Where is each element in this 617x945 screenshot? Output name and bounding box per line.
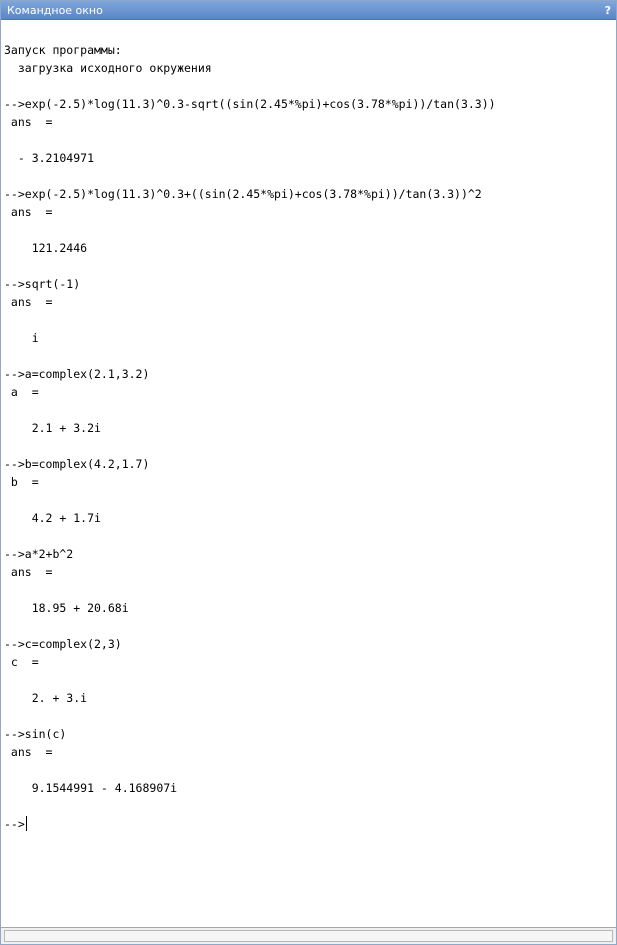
- console-result-value: 121.2446: [4, 241, 88, 255]
- console-result-value: i: [4, 331, 39, 345]
- console-result-value: 4.2 + 1.7i: [4, 511, 101, 525]
- status-bar: [1, 927, 616, 944]
- console-result-value: 18.95 + 20.68i: [4, 601, 129, 615]
- console-result-label: ans =: [4, 115, 53, 129]
- console-result-label: b =: [4, 475, 39, 489]
- console-result-value: - 3.2104971: [4, 151, 95, 165]
- prompt-text: -->: [4, 817, 25, 831]
- console-line: Запуск программы:: [4, 43, 122, 57]
- title-bar: Командное окно ?: [1, 1, 616, 20]
- console-line: загрузка исходного окружения: [4, 61, 212, 75]
- console-command-line: -->exp(-2.5)*log(11.3)^0.3-sqrt((sin(2.4…: [4, 97, 496, 111]
- console-result-label: a =: [4, 385, 39, 399]
- console-command-line: -->a=complex(2.1,3.2): [4, 367, 150, 381]
- console-result-label: c =: [4, 655, 39, 669]
- help-button[interactable]: ?: [605, 4, 611, 17]
- console-command-line: -->a*2+b^2: [4, 547, 74, 561]
- console-result-value: 9.1544991 - 4.168907i: [4, 781, 178, 795]
- console-result-label: ans =: [4, 565, 53, 579]
- console-result-label: ans =: [4, 295, 53, 309]
- console-output[interactable]: Запуск программы: загрузка исходного окр…: [1, 20, 616, 927]
- console-command-line: -->b=complex(4.2,1.7): [4, 457, 150, 471]
- console-result-label: ans =: [4, 745, 53, 759]
- window-title: Командное окно: [7, 3, 103, 17]
- text-cursor: [25, 816, 27, 831]
- console-result-value: 2.1 + 3.2i: [4, 421, 101, 435]
- console-result-label: ans =: [4, 205, 53, 219]
- console-command-line: -->exp(-2.5)*log(11.3)^0.3+((sin(2.45*%p…: [4, 187, 482, 201]
- console-prompt[interactable]: -->: [4, 815, 616, 833]
- console-command-line: -->sqrt(-1): [4, 277, 81, 291]
- status-field: [4, 930, 613, 942]
- command-window: Командное окно ? Запуск программы: загру…: [0, 0, 617, 945]
- console-command-line: -->sin(c): [4, 727, 67, 741]
- console-result-value: 2. + 3.i: [4, 691, 88, 705]
- console-command-line: -->c=complex(2,3): [4, 637, 122, 651]
